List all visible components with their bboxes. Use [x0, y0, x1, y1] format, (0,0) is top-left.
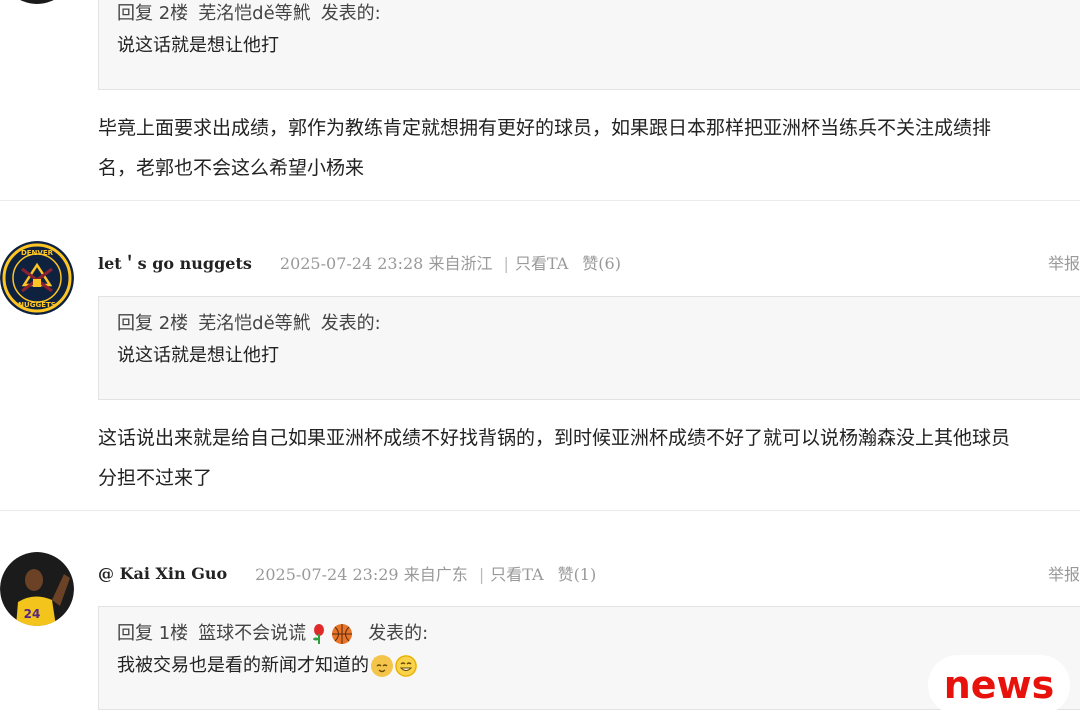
rose-icon — [312, 624, 326, 644]
reply-quote: 回复 2楼 芜洺恺dě等鮘 发表的: 说这话就是想让他打 — [98, 0, 1080, 90]
player-photo-icon: 24 — [0, 552, 74, 626]
report-link[interactable]: 举报 — [1048, 250, 1080, 274]
comment-info: 2025-07-24 23:28 来自浙江 | 只看TA 赞(6) — [279, 254, 621, 273]
quote-floor: 回复 2楼 — [117, 3, 189, 24]
quote-floor: 回复 2楼 — [117, 313, 189, 334]
username[interactable]: @ Kai Xin Guo — [98, 564, 227, 583]
comment-location: 来自广东 — [403, 565, 468, 584]
quote-username[interactable]: 芜洺恺dě等鮘 — [198, 313, 311, 334]
comment-location: 来自浙江 — [428, 254, 493, 273]
quote-said-label: 发表的: — [320, 313, 381, 334]
comment-body-line: 这话说出来就是给自己如果亚洲杯成绩不好找背锅的，到时候亚洲杯成绩不好了就可以说杨… — [98, 427, 1011, 449]
svg-text:24: 24 — [24, 607, 41, 621]
comment-body: 毕竟上面要求出成绩，郭作为教练肯定就想拥有更好的球员，如果跟日本那样把亚洲杯当练… — [98, 108, 1080, 188]
news-watermark: news — [928, 655, 1070, 715]
comment-meta: let＇s go nuggets 2025-07-24 23:28 来自浙江 |… — [98, 250, 621, 274]
quote-header: 回复 2楼 芜洺恺dě等鮘 发表的: — [117, 0, 1069, 29]
avatar[interactable]: 24 — [0, 552, 74, 626]
quote-header: 回复 1楼 篮球不会说谎 发表的: — [117, 619, 1069, 649]
comment-thread: 回复 2楼 芜洺恺dě等鮘 发表的: 说这话就是想让他打 毕竟上面要求出成绩，郭作为… — [0, 0, 1080, 720]
comment-divider — [0, 510, 1080, 511]
quote-text: 说这话就是想让他打 — [117, 345, 279, 366]
comment-body-line: 毕竟上面要求出成绩，郭作为教练肯定就想拥有更好的球员，如果跟日本那样把亚洲杯当练… — [98, 117, 992, 139]
avatar[interactable]: DENVER NUGGETS — [0, 241, 74, 315]
nuggets-logo-icon: DENVER NUGGETS — [0, 241, 74, 315]
comment-body: 这话说出来就是给自己如果亚洲杯成绩不好找背锅的，到时候亚洲杯成绩不好了就可以说杨… — [98, 418, 1080, 498]
only-ta-link[interactable]: 只看TA — [515, 254, 568, 273]
quote-said-label: 发表的: — [368, 623, 429, 644]
report-link[interactable]: 举报 — [1048, 561, 1080, 585]
comment-divider — [0, 200, 1080, 201]
quote-username[interactable]: 篮球不会说谎 — [198, 623, 306, 644]
comment-body-line: 分担不过来了 — [98, 467, 213, 489]
quote-text: 我被交易也是看的新闻才知道的 — [117, 655, 369, 676]
comment-datetime: 2025-07-24 23:29 — [255, 565, 399, 584]
grinning-face-icon — [395, 655, 417, 677]
only-ta-link[interactable]: 只看TA — [490, 565, 543, 584]
like-button[interactable]: 赞(1) — [558, 565, 597, 584]
quote-said-label: 发表的: — [320, 3, 381, 24]
like-button[interactable]: 赞(6) — [582, 254, 621, 273]
comment-body-line: 名，老郭也不会这么希望小杨来 — [98, 157, 365, 179]
quote-floor: 回复 1楼 — [117, 623, 189, 644]
cat-face-icon — [371, 655, 393, 677]
quote-username[interactable]: 芜洺恺dě等鮘 — [198, 3, 311, 24]
quote-text: 说这话就是想让他打 — [117, 35, 279, 56]
username[interactable]: let＇s go nuggets — [98, 250, 252, 274]
avatar[interactable] — [0, 0, 74, 4]
basketball-icon — [332, 624, 353, 644]
reply-quote: 回复 2楼 芜洺恺dě等鮘 发表的: 说这话就是想让他打 — [98, 296, 1080, 400]
quote-header: 回复 2楼 芜洺恺dě等鮘 发表的: — [117, 309, 1069, 339]
quote-text-row: 我被交易也是看的新闻才知道的 — [117, 649, 1069, 683]
svg-text:DENVER: DENVER — [21, 249, 54, 257]
comment-datetime: 2025-07-24 23:28 — [279, 254, 424, 273]
comment-meta: @ Kai Xin Guo 2025-07-24 23:29 来自广东 | 只看T… — [98, 561, 596, 585]
comment-info: 2025-07-24 23:29 来自广东 | 只看TA 赞(1) — [255, 565, 597, 584]
svg-text:NUGGETS: NUGGETS — [18, 301, 56, 309]
